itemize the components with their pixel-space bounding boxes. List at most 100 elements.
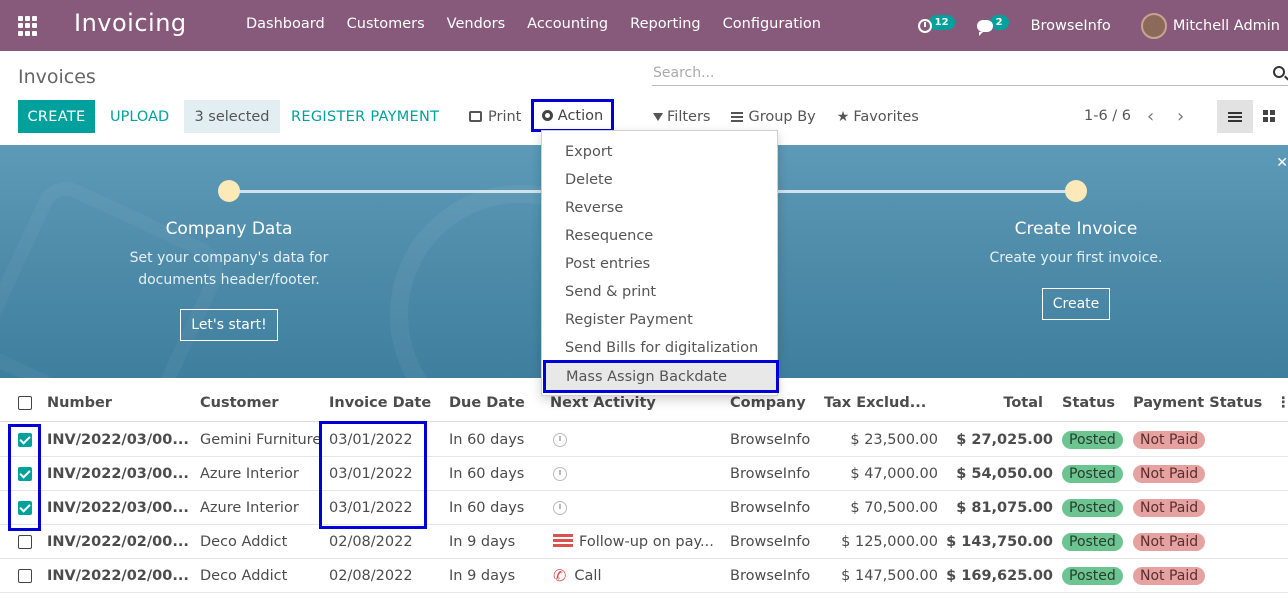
next-activity[interactable] <box>553 423 721 456</box>
invoice-date: 02/08/2022 <box>329 567 413 584</box>
action-export[interactable]: Export <box>542 138 777 166</box>
search-options: Filters Group By ★ Favorites <box>653 100 940 133</box>
due-date: In 60 days <box>449 465 525 482</box>
tax-excluded: $ 23,500.00 <box>850 431 938 448</box>
phone-icon: ✆ <box>553 566 567 585</box>
checkbox[interactable] <box>18 466 32 481</box>
create-button[interactable]: CREATE <box>18 100 95 133</box>
menu-customers[interactable]: Customers <box>336 16 436 32</box>
next-activity[interactable] <box>553 457 721 490</box>
pager-value[interactable]: 1-6 / 6 <box>1084 108 1131 124</box>
favorites-button[interactable]: ★ Favorites <box>837 109 919 125</box>
register-payment-button[interactable]: REGISTER PAYMENT <box>291 100 439 133</box>
avatar[interactable] <box>1140 12 1167 39</box>
company-name: BrowseInfo <box>730 465 811 482</box>
activity-menu[interactable]: 12 <box>917 15 955 33</box>
create-invoice-button[interactable]: Create <box>1041 288 1111 320</box>
group-by-button[interactable]: Group By <box>731 109 816 125</box>
action-mass-assign-backdate[interactable]: Mass Assign Backdate <box>543 360 779 393</box>
col-tax-excluded[interactable]: Tax Exclud... <box>824 384 934 421</box>
menu-configuration[interactable]: Configuration <box>712 16 832 32</box>
next-activity[interactable]: ✆ Call <box>553 559 721 592</box>
search-bar[interactable]: Search... <box>652 61 1288 86</box>
table-row[interactable]: INV/2022/03/00... Azure Interior 03/01/202… <box>0 491 1288 525</box>
step-dot <box>1065 180 1087 202</box>
col-customer[interactable]: Customer <box>200 384 279 421</box>
activity-clock-icon[interactable] <box>553 432 567 447</box>
search-icon[interactable] <box>1273 66 1285 78</box>
optional-columns-icon[interactable]: ⋮ <box>1276 384 1288 421</box>
company-name: BrowseInfo <box>730 499 811 516</box>
row-checkbox[interactable] <box>18 525 32 558</box>
col-status[interactable]: Status <box>1062 384 1115 421</box>
action-post-entries[interactable]: Post entries <box>542 250 777 278</box>
company-name: BrowseInfo <box>730 567 811 584</box>
list-view-button[interactable] <box>1217 100 1253 133</box>
checkbox[interactable] <box>18 432 32 447</box>
payment-pill: Not Paid <box>1133 498 1206 517</box>
main-menu: Dashboard Customers Vendors Accounting R… <box>235 16 832 32</box>
total-amount: $ 169,625.00 <box>946 567 1053 584</box>
menu-accounting[interactable]: Accounting <box>516 16 619 32</box>
lets-start-button[interactable]: Let's start! <box>180 309 278 341</box>
print-button[interactable]: Print <box>469 100 521 133</box>
row-checkbox[interactable] <box>18 491 32 524</box>
payment-status-badge: Not Paid <box>1133 559 1206 592</box>
selected-count: 3 selected <box>184 100 280 133</box>
select-all-checkbox[interactable] <box>18 384 32 421</box>
row-checkbox[interactable] <box>18 457 32 490</box>
row-checkbox[interactable] <box>18 423 32 456</box>
menu-vendors[interactable]: Vendors <box>436 16 517 32</box>
status-pill: Posted <box>1062 464 1123 483</box>
table-row[interactable]: INV/2022/02/00... Deco Addict 02/08/2022 In… <box>0 525 1288 559</box>
action-send-bills[interactable]: Send Bills for digitalization <box>542 334 777 362</box>
checkbox[interactable] <box>18 500 32 515</box>
company-switcher[interactable]: BrowseInfo <box>1031 18 1111 34</box>
close-icon[interactable]: ✕ <box>1276 155 1288 171</box>
table-row[interactable]: INV/2022/02/00... Deco Addict 02/08/2022 In… <box>0 559 1288 593</box>
menu-dashboard[interactable]: Dashboard <box>235 16 336 32</box>
due-date: In 9 days <box>449 533 516 550</box>
row-checkbox[interactable] <box>18 559 32 592</box>
action-reverse[interactable]: Reverse <box>542 194 777 222</box>
apps-menu-icon[interactable] <box>18 16 38 36</box>
invoice-date: 03/01/2022 <box>329 465 413 482</box>
company-name: BrowseInfo <box>730 533 811 550</box>
action-button[interactable]: Action <box>531 99 614 132</box>
table-row[interactable]: INV/2022/03/00... Gemini Furniture 03/01/2… <box>0 423 1288 457</box>
app-title[interactable]: Invoicing <box>74 9 187 37</box>
next-activity[interactable]: Follow-up on pay... <box>553 525 721 558</box>
checkbox[interactable] <box>18 568 32 583</box>
filters-button[interactable]: Filters <box>653 109 710 125</box>
chevron-left-icon[interactable]: ‹ <box>1147 106 1154 127</box>
action-delete[interactable]: Delete <box>542 166 777 194</box>
user-menu[interactable]: Mitchell Admin <box>1173 18 1280 34</box>
status-pill: Posted <box>1062 532 1123 551</box>
gear-icon <box>541 110 553 121</box>
messaging-menu[interactable]: 2 <box>976 15 1009 36</box>
activity-clock-icon[interactable] <box>553 500 567 515</box>
step-title: Create Invoice <box>1014 219 1138 239</box>
col-invoice-date[interactable]: Invoice Date <box>329 384 431 421</box>
activity-badge: 12 <box>928 15 955 30</box>
next-activity[interactable] <box>553 491 721 524</box>
action-send-print[interactable]: Send & print <box>542 278 777 306</box>
chevron-right-icon[interactable]: › <box>1177 106 1184 127</box>
action-resequence[interactable]: Resequence <box>542 222 777 250</box>
tax-excluded: $ 70,500.00 <box>850 499 938 516</box>
action-register-payment[interactable]: Register Payment <box>542 306 777 334</box>
col-number[interactable]: Number <box>47 384 112 421</box>
checkbox[interactable] <box>18 534 32 549</box>
status-badge: Posted <box>1062 423 1123 456</box>
activity-summary: Follow-up on pay... <box>579 533 714 550</box>
invoice-date: 03/01/2022 <box>329 499 413 516</box>
col-due-date[interactable]: Due Date <box>449 384 525 421</box>
col-payment-status[interactable]: Payment Status <box>1133 384 1262 421</box>
upload-button[interactable]: UPLOAD <box>110 100 169 133</box>
search-input[interactable]: Search... <box>653 65 714 81</box>
col-total[interactable]: Total <box>950 384 1043 421</box>
table-row[interactable]: INV/2022/03/00... Azure Interior 03/01/202… <box>0 457 1288 491</box>
menu-reporting[interactable]: Reporting <box>619 16 712 32</box>
kanban-view-icon[interactable] <box>1263 110 1275 122</box>
activity-clock-icon[interactable] <box>553 466 567 481</box>
